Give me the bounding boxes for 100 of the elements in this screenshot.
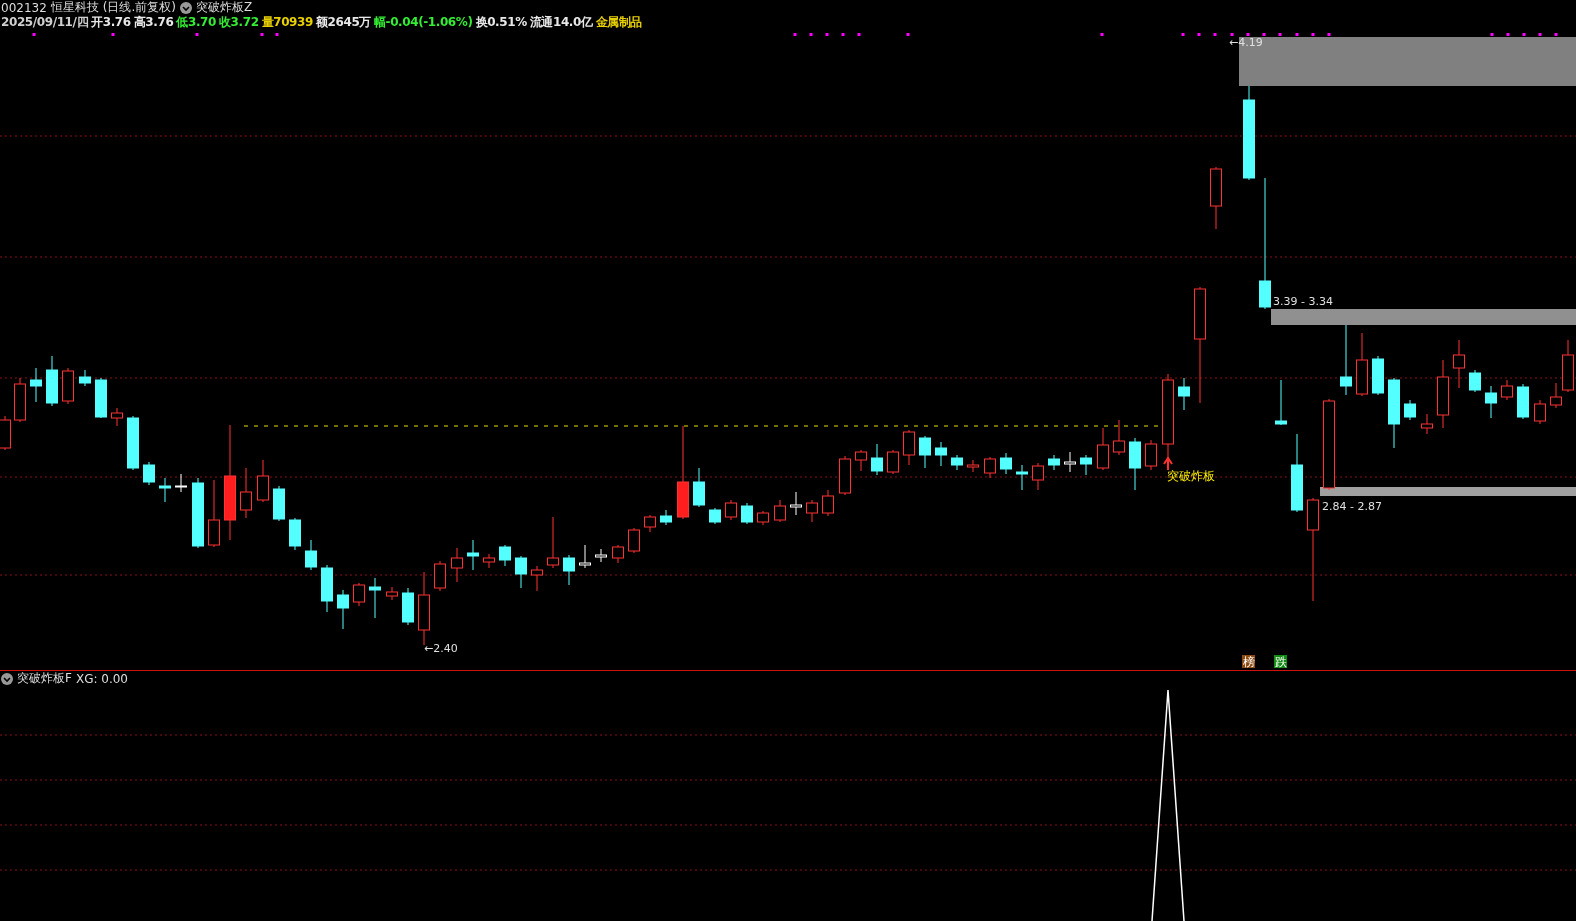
candlestick xyxy=(855,449,867,472)
candlestick xyxy=(790,491,802,516)
candlestick xyxy=(709,507,721,525)
candlestick xyxy=(806,499,818,523)
candlestick xyxy=(1372,355,1384,396)
candlestick xyxy=(289,517,301,551)
candlestick xyxy=(321,564,333,613)
quote-item: 低3.70 xyxy=(176,14,216,31)
candlestick xyxy=(935,441,947,467)
candlestick xyxy=(62,367,74,405)
quote-item: 额2645万 xyxy=(315,14,371,31)
candlestick xyxy=(1388,377,1400,449)
signal-label: 突破炸板 xyxy=(1167,469,1215,483)
candlestick xyxy=(1064,451,1076,473)
candlestick xyxy=(369,577,381,619)
candlestick xyxy=(839,455,851,496)
candlestick xyxy=(46,355,58,407)
candlestick xyxy=(1000,452,1012,475)
candlestick xyxy=(1517,383,1529,420)
candlestick xyxy=(1534,399,1546,425)
quote-item: 金属制品 xyxy=(595,14,642,31)
arrow-up-icon xyxy=(1163,456,1173,471)
candlestick xyxy=(531,565,543,592)
candlestick xyxy=(515,555,527,589)
quote-item: 量70939 xyxy=(261,14,313,31)
candlestick xyxy=(579,544,591,569)
quote-item: 2025/09/11/四 xyxy=(1,14,89,31)
candlestick xyxy=(499,544,511,567)
candlestick xyxy=(1469,369,1481,393)
candlestick xyxy=(30,367,42,403)
candlestick xyxy=(1032,462,1044,491)
candlestick xyxy=(1356,332,1368,397)
stock-name: 恒星科技 xyxy=(50,0,99,16)
indicator-name[interactable]: 突破炸板F xyxy=(17,670,72,687)
candlestick xyxy=(725,499,737,521)
quote-item: 流通14.0亿 xyxy=(529,14,593,31)
chevron-down-icon[interactable] xyxy=(1,672,13,685)
candlestick xyxy=(208,479,220,548)
candlestick xyxy=(822,489,834,517)
candlestick xyxy=(111,407,123,427)
candlestick xyxy=(563,554,575,586)
candlestick xyxy=(257,459,269,503)
candlestick xyxy=(192,477,204,549)
candlestick xyxy=(951,454,963,471)
candlestick xyxy=(1275,379,1287,426)
candlestick xyxy=(887,449,899,475)
candlestick xyxy=(483,553,495,569)
candlestick xyxy=(1113,419,1125,456)
candlestick xyxy=(1501,379,1513,401)
candlestick xyxy=(1421,413,1433,435)
chevron-down-icon[interactable] xyxy=(180,1,192,14)
candlestick xyxy=(660,509,672,526)
candlestick xyxy=(1097,427,1109,471)
candlestick xyxy=(159,477,171,503)
candlestick xyxy=(1404,399,1416,421)
candlestick xyxy=(1437,359,1449,429)
candlestick xyxy=(1453,339,1465,389)
candlestick xyxy=(386,586,398,601)
candlestick xyxy=(903,429,915,466)
candlestick xyxy=(127,415,139,471)
candlestick xyxy=(774,499,786,523)
candlestick xyxy=(467,539,479,571)
quote-item: 开3.76 xyxy=(91,14,131,31)
candlestick xyxy=(95,377,107,419)
candlestick xyxy=(984,456,996,479)
indicator-name[interactable]: 突破炸板Z xyxy=(196,0,253,16)
period-label: (日线.前复权) xyxy=(102,0,176,15)
candlestick xyxy=(1080,454,1092,476)
candlestick xyxy=(353,582,365,607)
candlestick xyxy=(1016,464,1028,491)
candlestick xyxy=(1048,454,1060,471)
quote-item: 幅-0.04(-1.06%) xyxy=(373,14,473,31)
candlestick xyxy=(434,560,446,592)
candlestick xyxy=(693,467,705,508)
candlestick xyxy=(143,461,155,486)
candlestick xyxy=(14,377,26,423)
candlestick xyxy=(547,516,559,569)
candlestick xyxy=(644,514,656,533)
candlestick xyxy=(79,369,91,387)
candlestick xyxy=(1129,437,1141,491)
candlestick xyxy=(1485,385,1497,419)
candlestick xyxy=(612,544,624,564)
candlestick xyxy=(1145,439,1157,471)
candlestick xyxy=(273,485,285,522)
candlestick xyxy=(741,502,753,525)
candlestick xyxy=(628,527,640,554)
stock-code: 002132 xyxy=(1,0,47,15)
candlestick xyxy=(337,589,349,630)
candlestick xyxy=(1178,377,1190,411)
badge-label: 榜 xyxy=(1242,655,1255,669)
quote-item: 收3.72 xyxy=(219,14,259,31)
candlestick xyxy=(451,547,463,583)
candlestick xyxy=(402,587,414,626)
candlestick xyxy=(175,473,187,493)
candlestick xyxy=(595,548,607,563)
indicator-value: XG: 0.00 xyxy=(75,671,128,686)
zone-price-label: 3.39 - 3.34 xyxy=(1273,295,1333,308)
candlestick xyxy=(1340,324,1352,396)
candlestick xyxy=(240,467,252,519)
quote-item: 换0.51% xyxy=(475,14,527,31)
